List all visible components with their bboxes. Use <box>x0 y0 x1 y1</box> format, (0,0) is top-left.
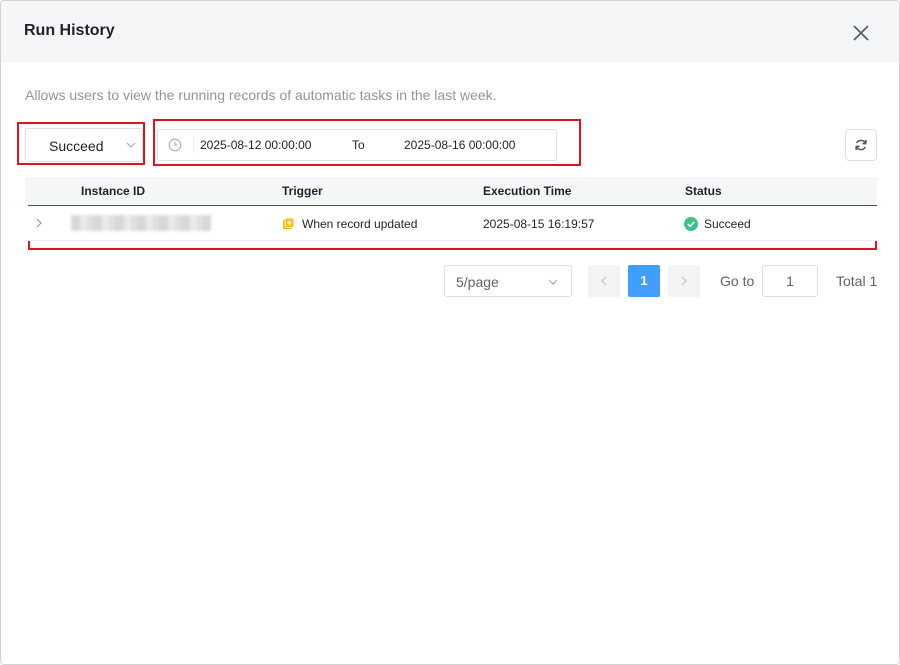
dialog-title: Run History <box>24 22 115 39</box>
table-row[interactable]: When record updated 2025-08-15 16:19:57 … <box>25 206 877 241</box>
clock-icon <box>168 138 182 152</box>
status-cell: Succeed <box>704 217 751 231</box>
chevron-right-icon <box>681 276 687 286</box>
prev-page-button[interactable] <box>588 265 620 297</box>
execution-time-cell: 2025-08-15 16:19:57 <box>483 217 595 231</box>
page-number-current[interactable]: 1 <box>628 265 660 297</box>
chevron-down-icon <box>548 279 558 285</box>
date-end-input[interactable]: 2025-08-16 00:00:00 <box>404 138 515 152</box>
chevron-right-icon[interactable] <box>35 218 43 228</box>
total-count: Total 1 <box>836 273 878 289</box>
goto-page-input[interactable]: 1 <box>762 265 818 297</box>
refresh-button[interactable] <box>845 129 877 161</box>
refresh-icon <box>855 139 867 151</box>
instance-id-redacted <box>71 215 211 231</box>
column-header-trigger: Trigger <box>282 184 323 198</box>
close-icon <box>853 25 869 41</box>
column-header-status: Status <box>685 184 722 198</box>
date-separator: To <box>352 138 365 152</box>
run-history-dialog: Run History Allows users to view the run… <box>0 0 900 665</box>
dialog-description: Allows users to view the running records… <box>25 87 497 103</box>
date-range-picker[interactable]: 2025-08-12 00:00:00 To 2025-08-16 00:00:… <box>157 129 557 161</box>
close-button[interactable] <box>851 23 871 43</box>
trigger-cell: When record updated <box>302 217 418 231</box>
chevron-left-icon <box>601 276 607 286</box>
dialog-header: Run History <box>1 1 899 62</box>
goto-label: Go to <box>720 273 755 289</box>
check-circle-icon <box>684 217 698 231</box>
date-start-input[interactable]: 2025-08-12 00:00:00 <box>200 138 311 152</box>
table-header: Instance ID Trigger Execution Time Statu… <box>25 177 877 205</box>
chevron-down-icon <box>126 142 136 148</box>
record-update-icon <box>283 217 295 229</box>
date-divider <box>193 136 194 154</box>
page-size-select[interactable]: 5/page <box>444 265 572 297</box>
column-header-execution-time: Execution Time <box>483 184 572 198</box>
column-header-instance-id: Instance ID <box>81 184 146 198</box>
status-filter-value: Succeed <box>49 138 104 154</box>
next-page-button[interactable] <box>668 265 700 297</box>
page-size-value: 5/page <box>456 274 499 290</box>
status-filter-select[interactable]: Succeed <box>25 128 143 162</box>
